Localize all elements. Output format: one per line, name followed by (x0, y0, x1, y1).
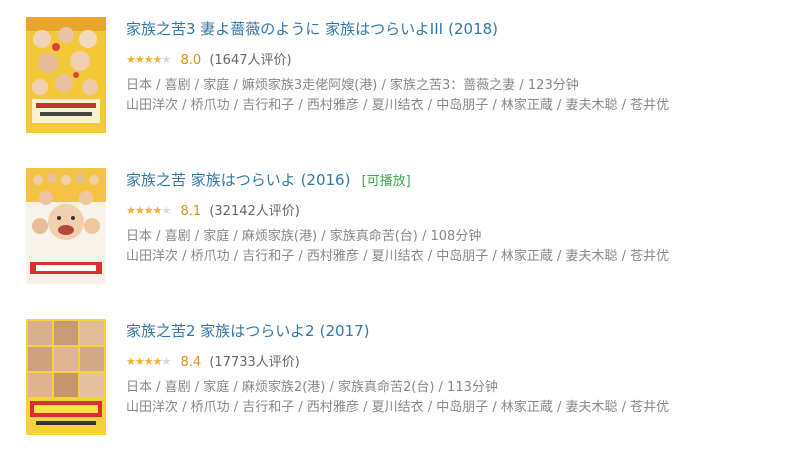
movie-poster[interactable] (26, 17, 106, 133)
movie-cast-line: 山田洋次 / 桥爪功 / 吉行和子 / 西村雅彦 / 夏川结衣 / 中岛朋子 /… (126, 400, 670, 415)
result-info: 家族之苦 家族はつらいよ (2016) [可播放] ★★★★★ 8.1 (321… (126, 168, 787, 267)
star-icon: ★ (143, 53, 154, 66)
movie-title-link[interactable]: 家族之苦2 家族はつらいよ2 (126, 322, 315, 340)
rating-score: 8.1 (180, 204, 202, 219)
movie-year: (2017) (319, 322, 370, 340)
rating-row: ★★★★★ 8.0 (1647人评价) (126, 50, 787, 70)
star-icon: ★ (143, 204, 154, 217)
rating-count: (32142人评价) (209, 204, 300, 219)
movie-year: (2018) (448, 20, 499, 38)
star-rating: ★★★★★ (126, 50, 172, 70)
star-icon: ★ (126, 355, 136, 368)
star-rating: ★★★★★ (126, 201, 172, 221)
star-icon: ★ (126, 204, 136, 217)
poster-image (26, 319, 106, 435)
star-icon: ★ (134, 204, 145, 217)
rating-row: ★★★★★ 8.1 (32142人评价) (126, 201, 787, 221)
star-icon: ★ (134, 53, 145, 66)
star-icon: ★ (126, 53, 136, 66)
rating-count: (1647人评价) (209, 53, 292, 68)
star-icon: ★ (161, 355, 172, 368)
star-icon: ★ (143, 355, 154, 368)
poster-image (26, 168, 106, 284)
rating-row: ★★★★★ 8.4 (17733人评价) (126, 352, 787, 372)
star-rating: ★★★★★ (126, 352, 172, 372)
movie-info-line: 日本 / 喜剧 / 家庭 / 麻烦家族2(港) / 家族真命苦2(台) / 11… (126, 380, 498, 395)
star-icon: ★ (152, 204, 163, 217)
result-item: 家族之苦3 妻よ薔薇のように 家族はつらいよIII (2018) ★★★★★ 8… (0, 17, 797, 147)
result-info: 家族之苦2 家族はつらいよ2 (2017) ★★★★★ 8.4 (17733人评… (126, 319, 787, 418)
star-icon: ★ (152, 355, 163, 368)
star-icon: ★ (161, 53, 172, 66)
title-row: 家族之苦 家族はつらいよ (2016) [可播放] (126, 168, 787, 192)
title-row: 家族之苦3 妻よ薔薇のように 家族はつらいよIII (2018) (126, 17, 787, 41)
rating-score: 8.0 (180, 53, 202, 68)
movie-poster[interactable] (26, 168, 106, 284)
rating-score: 8.4 (180, 355, 202, 370)
star-icon: ★ (134, 355, 145, 368)
movie-year: (2016) (300, 171, 351, 189)
movie-title-link[interactable]: 家族之苦 家族はつらいよ (126, 171, 295, 189)
movie-cast-line: 山田洋次 / 桥爪功 / 吉行和子 / 西村雅彦 / 夏川结衣 / 中岛朋子 /… (126, 98, 670, 113)
result-item: 家族之苦2 家族はつらいよ2 (2017) ★★★★★ 8.4 (17733人评… (0, 319, 797, 449)
rating-count: (17733人评价) (209, 355, 300, 370)
movie-info-line: 日本 / 喜剧 / 家庭 / 麻烦家族(港) / 家族真命苦(台) / 108分… (126, 229, 482, 244)
movie-info-line: 日本 / 喜剧 / 家庭 / 嫲烦家族3走佬阿嫂(港) / 家族之苦3：蔷薇之妻… (126, 78, 579, 93)
movie-poster[interactable] (26, 319, 106, 435)
star-icon: ★ (161, 204, 172, 217)
title-row: 家族之苦2 家族はつらいよ2 (2017) (126, 319, 787, 343)
result-info: 家族之苦3 妻よ薔薇のように 家族はつらいよIII (2018) ★★★★★ 8… (126, 17, 787, 116)
movie-title-link[interactable]: 家族之苦3 妻よ薔薇のように 家族はつらいよIII (126, 20, 443, 38)
playable-link[interactable]: [可播放] (362, 174, 411, 189)
movie-cast-line: 山田洋次 / 桥爪功 / 吉行和子 / 西村雅彦 / 夏川结衣 / 中岛朋子 /… (126, 249, 670, 264)
result-item: 家族之苦 家族はつらいよ (2016) [可播放] ★★★★★ 8.1 (321… (0, 168, 797, 298)
poster-image (26, 17, 106, 133)
star-icon: ★ (152, 53, 163, 66)
